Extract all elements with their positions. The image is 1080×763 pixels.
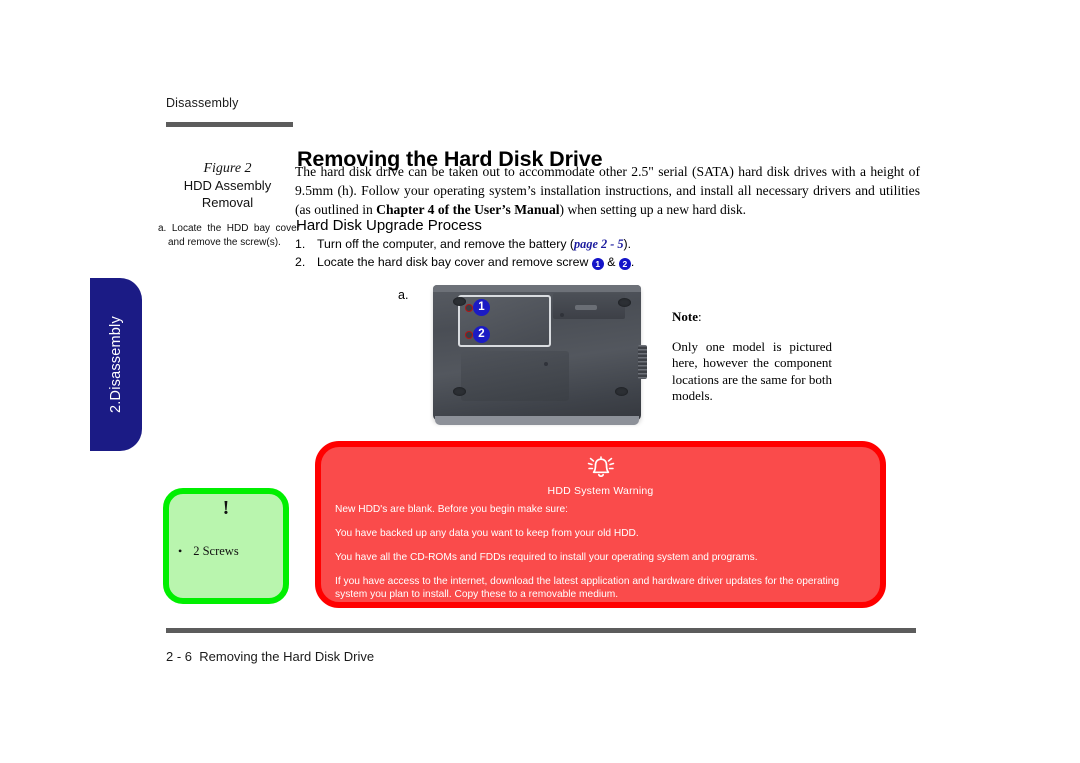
callout-marker-1-icon: 1 <box>591 257 604 270</box>
step-number: 1. <box>295 237 306 251</box>
note-heading: Note: <box>672 309 832 326</box>
margin-note: a. Locate the HDD bay cover and remove t… <box>158 222 300 249</box>
warning-line: You have backed up any data you want to … <box>335 528 639 539</box>
footer-rule <box>166 628 916 633</box>
warning-box: HDD System Warning New HDD's are blank. … <box>315 441 886 608</box>
note-label: Note <box>672 309 698 324</box>
warning-title: HDD System Warning <box>547 485 654 497</box>
tip-box: ! • 2 Screws <box>163 488 289 604</box>
figure-title-line1: HDD Assembly <box>183 178 272 193</box>
laptop-foot <box>453 387 466 396</box>
step-item-2: 2. Locate the hard disk bay cover and re… <box>295 254 645 271</box>
footer-section-title: Removing the Hard Disk Drive <box>199 649 375 664</box>
figure-step-letter: a. <box>398 288 409 302</box>
step-item-1: 1. Turn off the computer, and remove the… <box>295 236 645 253</box>
footer: 2 - 6 Removing the Hard Disk Drive <box>166 649 374 664</box>
screw-1-highlight <box>465 304 473 312</box>
tip-item-label: 2 Screws <box>193 544 239 558</box>
warning-line: New HDD's are blank. Before you begin ma… <box>335 504 568 515</box>
step-text: Turn off the computer, and remove the ba… <box>317 236 645 253</box>
chassis-screw <box>560 313 564 317</box>
laptop-rear-edge <box>433 285 641 292</box>
step-text-before: Locate the hard disk bay cover and remov… <box>317 254 592 269</box>
figure-caption: Figure 2 HDD Assembly Removal <box>160 160 295 211</box>
note-body: Only one model is pictured here, however… <box>672 338 832 404</box>
chapter-tab-disassembly: 2.Disassembly <box>90 278 142 451</box>
section-subheading: Hard Disk Upgrade Process <box>296 217 482 234</box>
chassis-screw <box>544 362 548 366</box>
intro-paragraph: The hard disk drive can be taken out to … <box>295 162 920 220</box>
tip-list-item: • 2 Screws <box>178 544 239 559</box>
laptop-foot <box>453 297 466 306</box>
step-text-after: ). <box>623 237 632 251</box>
footer-page-number: 2 - 6 <box>166 649 193 664</box>
intro-text-bold: Chapter 4 of the User’s Manual <box>376 202 560 218</box>
page-reference-link[interactable]: page 2 - 5 <box>574 237 624 251</box>
step-text: Locate the hard disk bay cover and remov… <box>317 254 645 271</box>
step-text-before: Turn off the computer, and remove the ba… <box>317 237 575 251</box>
photo-marker-1: 1 <box>473 299 490 316</box>
laptop-underside-photo: 1 2 <box>425 283 651 434</box>
header-rule <box>166 122 293 127</box>
figure-number: Figure 2 <box>203 161 252 176</box>
intro-text-part2: ) when setting up a new hard disk. <box>559 202 747 218</box>
laptop-front-edge <box>435 416 639 425</box>
laptop-foot <box>615 387 628 396</box>
vent-grille-icon <box>638 345 647 379</box>
exclamation-icon: ! <box>222 497 230 519</box>
upgrade-step-list: 1. Turn off the computer, and remove the… <box>295 236 645 271</box>
warning-body: New HDD's are blank. Before you begin ma… <box>335 503 868 601</box>
photo-marker-2: 2 <box>473 326 490 343</box>
bullet-icon: • <box>178 544 183 558</box>
running-header: Disassembly <box>166 96 239 110</box>
memory-door <box>461 351 569 401</box>
laptop-foot <box>618 298 631 307</box>
chapter-tab-label: 2.Disassembly <box>108 316 124 413</box>
step-number: 2. <box>295 254 306 269</box>
screw-2-highlight <box>465 331 473 339</box>
step-text-middle: & <box>603 254 619 269</box>
warning-line: If you have access to the internet, down… <box>335 576 840 600</box>
warning-line: You have all the CD-ROMs and FDDs requir… <box>335 552 758 563</box>
callout-marker-2-icon: 2 <box>618 257 631 270</box>
step-text-after: . <box>630 254 635 269</box>
note-block: Note: Only one model is pictured here, h… <box>672 309 832 405</box>
margin-note-text: a. Locate the HDD bay cover and remove t… <box>158 223 300 248</box>
bell-warning-icon <box>321 455 880 482</box>
battery-latch <box>575 305 597 310</box>
figure-title-line2: Removal <box>201 195 254 210</box>
hdd-bay-cover <box>458 295 551 347</box>
note-colon: : <box>698 309 702 324</box>
